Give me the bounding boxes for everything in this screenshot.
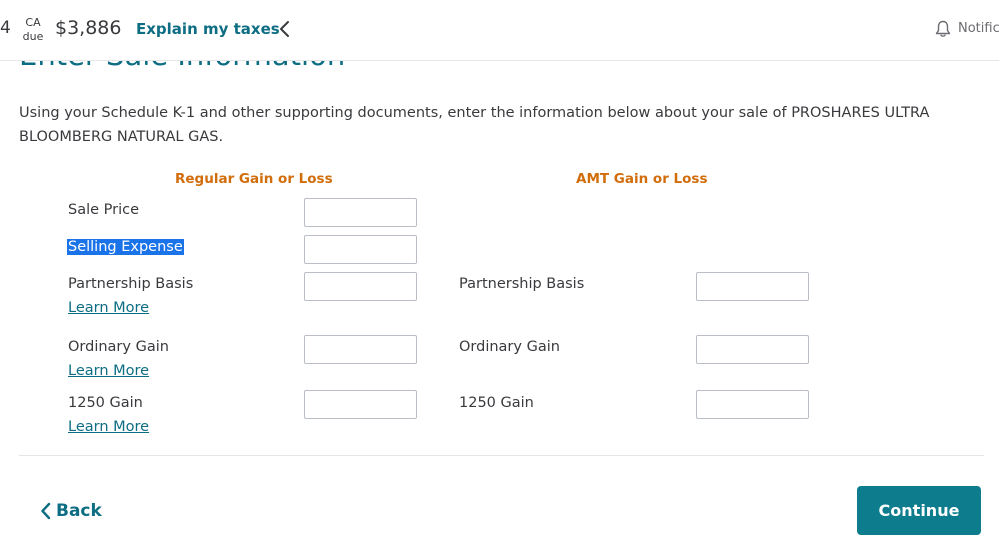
amt-partnership-basis-label: Partnership Basis bbox=[459, 276, 585, 292]
intro-text: Using your Schedule K-1 and other suppor… bbox=[19, 105, 930, 145]
collapse-chevron-icon[interactable] bbox=[278, 19, 292, 39]
tax-summary-bar: 4 CA due $3,886 Explain my taxes Notific… bbox=[0, 0, 999, 61]
gain-1250-label: 1250 Gain bbox=[68, 395, 143, 411]
chevron-left-icon bbox=[41, 502, 51, 520]
federal-refund-fragment: 4 bbox=[0, 18, 11, 38]
explain-my-taxes-link[interactable]: Explain my taxes bbox=[136, 20, 280, 38]
amt-gain-heading: AMT Gain or Loss bbox=[576, 171, 708, 187]
gain-1250-learn-more-link[interactable]: Learn More bbox=[68, 419, 149, 435]
state-code: CA bbox=[25, 16, 41, 29]
sale-price-input[interactable] bbox=[304, 198, 417, 227]
footer-divider bbox=[19, 455, 984, 456]
ordinary-gain-input[interactable] bbox=[304, 335, 417, 364]
ordinary-gain-label: Ordinary Gain bbox=[68, 339, 169, 355]
regular-gain-heading: Regular Gain or Loss bbox=[175, 171, 333, 187]
gain-1250-input[interactable] bbox=[304, 390, 417, 419]
partnership-basis-learn-more-link[interactable]: Learn More bbox=[68, 300, 149, 316]
page: Enter Sale Information 4 CA due $3,886 E… bbox=[0, 0, 999, 544]
back-button[interactable]: Back bbox=[40, 497, 102, 525]
state-tax-label: CA due bbox=[22, 16, 44, 44]
notifications-link[interactable]: Notifica bbox=[958, 21, 999, 36]
back-button-label: Back bbox=[56, 501, 102, 521]
ordinary-gain-learn-more-link[interactable]: Learn More bbox=[68, 363, 149, 379]
selling-expense-input[interactable] bbox=[304, 235, 417, 264]
amt-ordinary-gain-input[interactable] bbox=[696, 335, 809, 364]
state-tax-amount: $3,886 bbox=[55, 17, 122, 39]
amt-gain-1250-input[interactable] bbox=[696, 390, 809, 419]
partnership-basis-input[interactable] bbox=[304, 272, 417, 301]
partnership-basis-label: Partnership Basis bbox=[68, 276, 194, 292]
sale-price-label: Sale Price bbox=[68, 202, 140, 218]
amt-partnership-basis-input[interactable] bbox=[696, 272, 809, 301]
state-status: due bbox=[22, 30, 44, 43]
amt-ordinary-gain-label: Ordinary Gain bbox=[459, 339, 560, 355]
bell-icon[interactable] bbox=[935, 20, 951, 38]
selling-expense-label: Selling Expense bbox=[67, 239, 184, 255]
amt-gain-1250-label: 1250 Gain bbox=[459, 395, 534, 411]
continue-button[interactable]: Continue bbox=[857, 486, 981, 535]
